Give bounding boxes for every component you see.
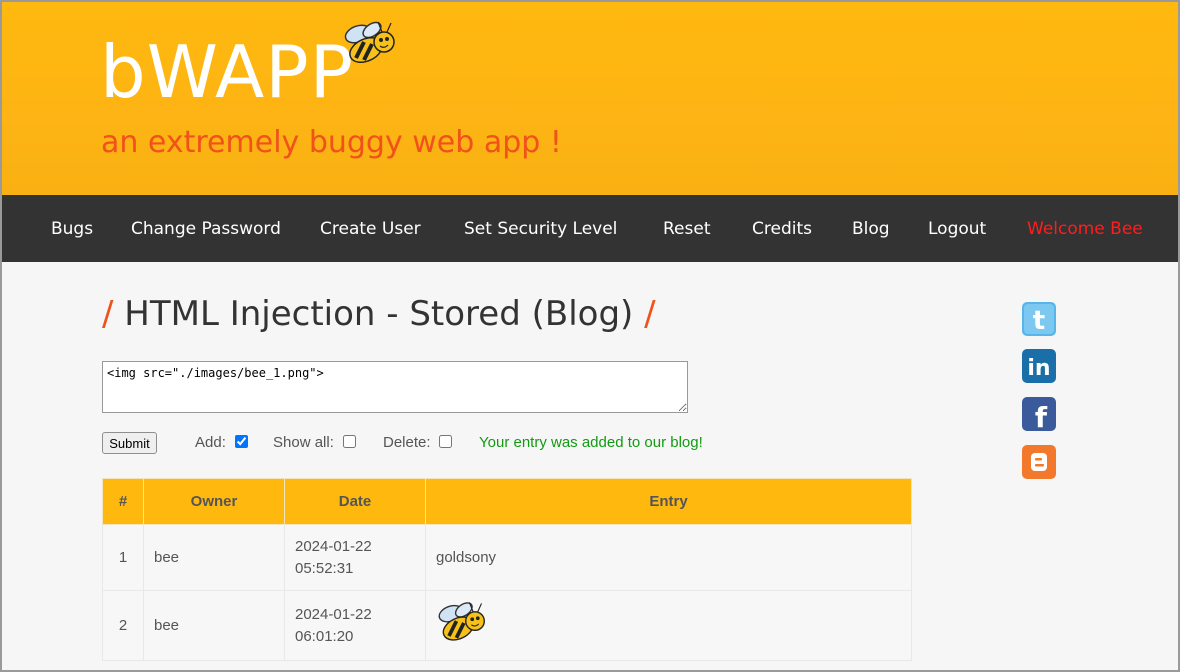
row-date-day: 2024-01-22 bbox=[295, 605, 372, 623]
row-date: 2024-01-22 05:52:31 bbox=[284, 524, 426, 591]
twitter-icon[interactable]: t bbox=[1022, 302, 1056, 336]
delete-label: Delete: bbox=[383, 434, 431, 451]
header-num: # bbox=[102, 478, 144, 525]
add-checkbox[interactable] bbox=[235, 435, 248, 448]
nav-bugs[interactable]: Bugs bbox=[51, 219, 93, 239]
row-num: 1 bbox=[102, 524, 144, 591]
submit-button[interactable]: Submit bbox=[102, 432, 157, 454]
nav-welcome-user: Welcome Bee bbox=[1027, 219, 1143, 239]
linkedin-icon[interactable]: in bbox=[1022, 349, 1056, 383]
title-slash-left: / bbox=[102, 294, 114, 334]
delete-checkbox[interactable] bbox=[439, 435, 452, 448]
row-entry: goldsony bbox=[425, 524, 912, 591]
page-title: / HTML Injection - Stored (Blog) / bbox=[102, 294, 656, 334]
site-logo-text[interactable]: bWAPP bbox=[100, 30, 354, 114]
show-all-label: Show all: bbox=[273, 434, 334, 451]
nav-create-user[interactable]: Create User bbox=[320, 219, 421, 239]
show-all-checkbox[interactable] bbox=[343, 435, 356, 448]
site-header: bWAPP an extremely buggy web app ! bbox=[2, 2, 1178, 195]
add-label: Add: bbox=[195, 434, 226, 451]
bee-logo-icon bbox=[344, 21, 395, 64]
row-date-time: 05:52:31 bbox=[295, 559, 354, 577]
browser-viewport: bWAPP an extremely buggy web app ! Bugs … bbox=[0, 0, 1180, 672]
nav-logout[interactable]: Logout bbox=[928, 219, 986, 239]
nav-change-password[interactable]: Change Password bbox=[131, 219, 281, 239]
blog-table: # Owner Date Entry 1 bee 2024-01-22 05:52… bbox=[102, 478, 912, 661]
nav-credits[interactable]: Credits bbox=[752, 219, 812, 239]
blogger-icon[interactable] bbox=[1022, 445, 1056, 479]
facebook-icon[interactable]: f bbox=[1022, 397, 1056, 431]
header-owner: Owner bbox=[143, 478, 285, 525]
table-row: 1 bee 2024-01-22 05:52:31 goldsony bbox=[102, 524, 912, 591]
row-owner: bee bbox=[143, 590, 285, 661]
table-header-row: # Owner Date Entry bbox=[102, 478, 912, 525]
header-date: Date bbox=[284, 478, 426, 525]
nav-set-security-level[interactable]: Set Security Level bbox=[464, 219, 617, 239]
svg-text:t: t bbox=[1033, 306, 1045, 336]
site-tagline: an extremely buggy web app ! bbox=[101, 125, 562, 160]
svg-text:in: in bbox=[1027, 356, 1050, 381]
blog-entry-textarea[interactable] bbox=[102, 361, 688, 413]
row-owner: bee bbox=[143, 524, 285, 591]
row-entry bbox=[425, 590, 912, 661]
table-row: 2 bee 2024-01-22 06:01:20 bbox=[102, 590, 912, 661]
header-entry: Entry bbox=[425, 478, 912, 525]
success-message: Your entry was added to our blog! bbox=[479, 434, 703, 451]
svg-text:f: f bbox=[1035, 401, 1048, 431]
row-date-day: 2024-01-22 bbox=[295, 537, 372, 555]
nav-reset[interactable]: Reset bbox=[663, 219, 711, 239]
row-date-time: 06:01:20 bbox=[295, 627, 354, 645]
title-slash-right: / bbox=[644, 294, 656, 334]
bee-image bbox=[438, 601, 485, 641]
row-num: 2 bbox=[102, 590, 144, 661]
nav-blog[interactable]: Blog bbox=[852, 219, 890, 239]
row-date: 2024-01-22 06:01:20 bbox=[284, 590, 426, 661]
main-nav: Bugs Change Password Create User Set Sec… bbox=[2, 195, 1178, 262]
page-title-text: HTML Injection - Stored (Blog) bbox=[124, 294, 634, 334]
